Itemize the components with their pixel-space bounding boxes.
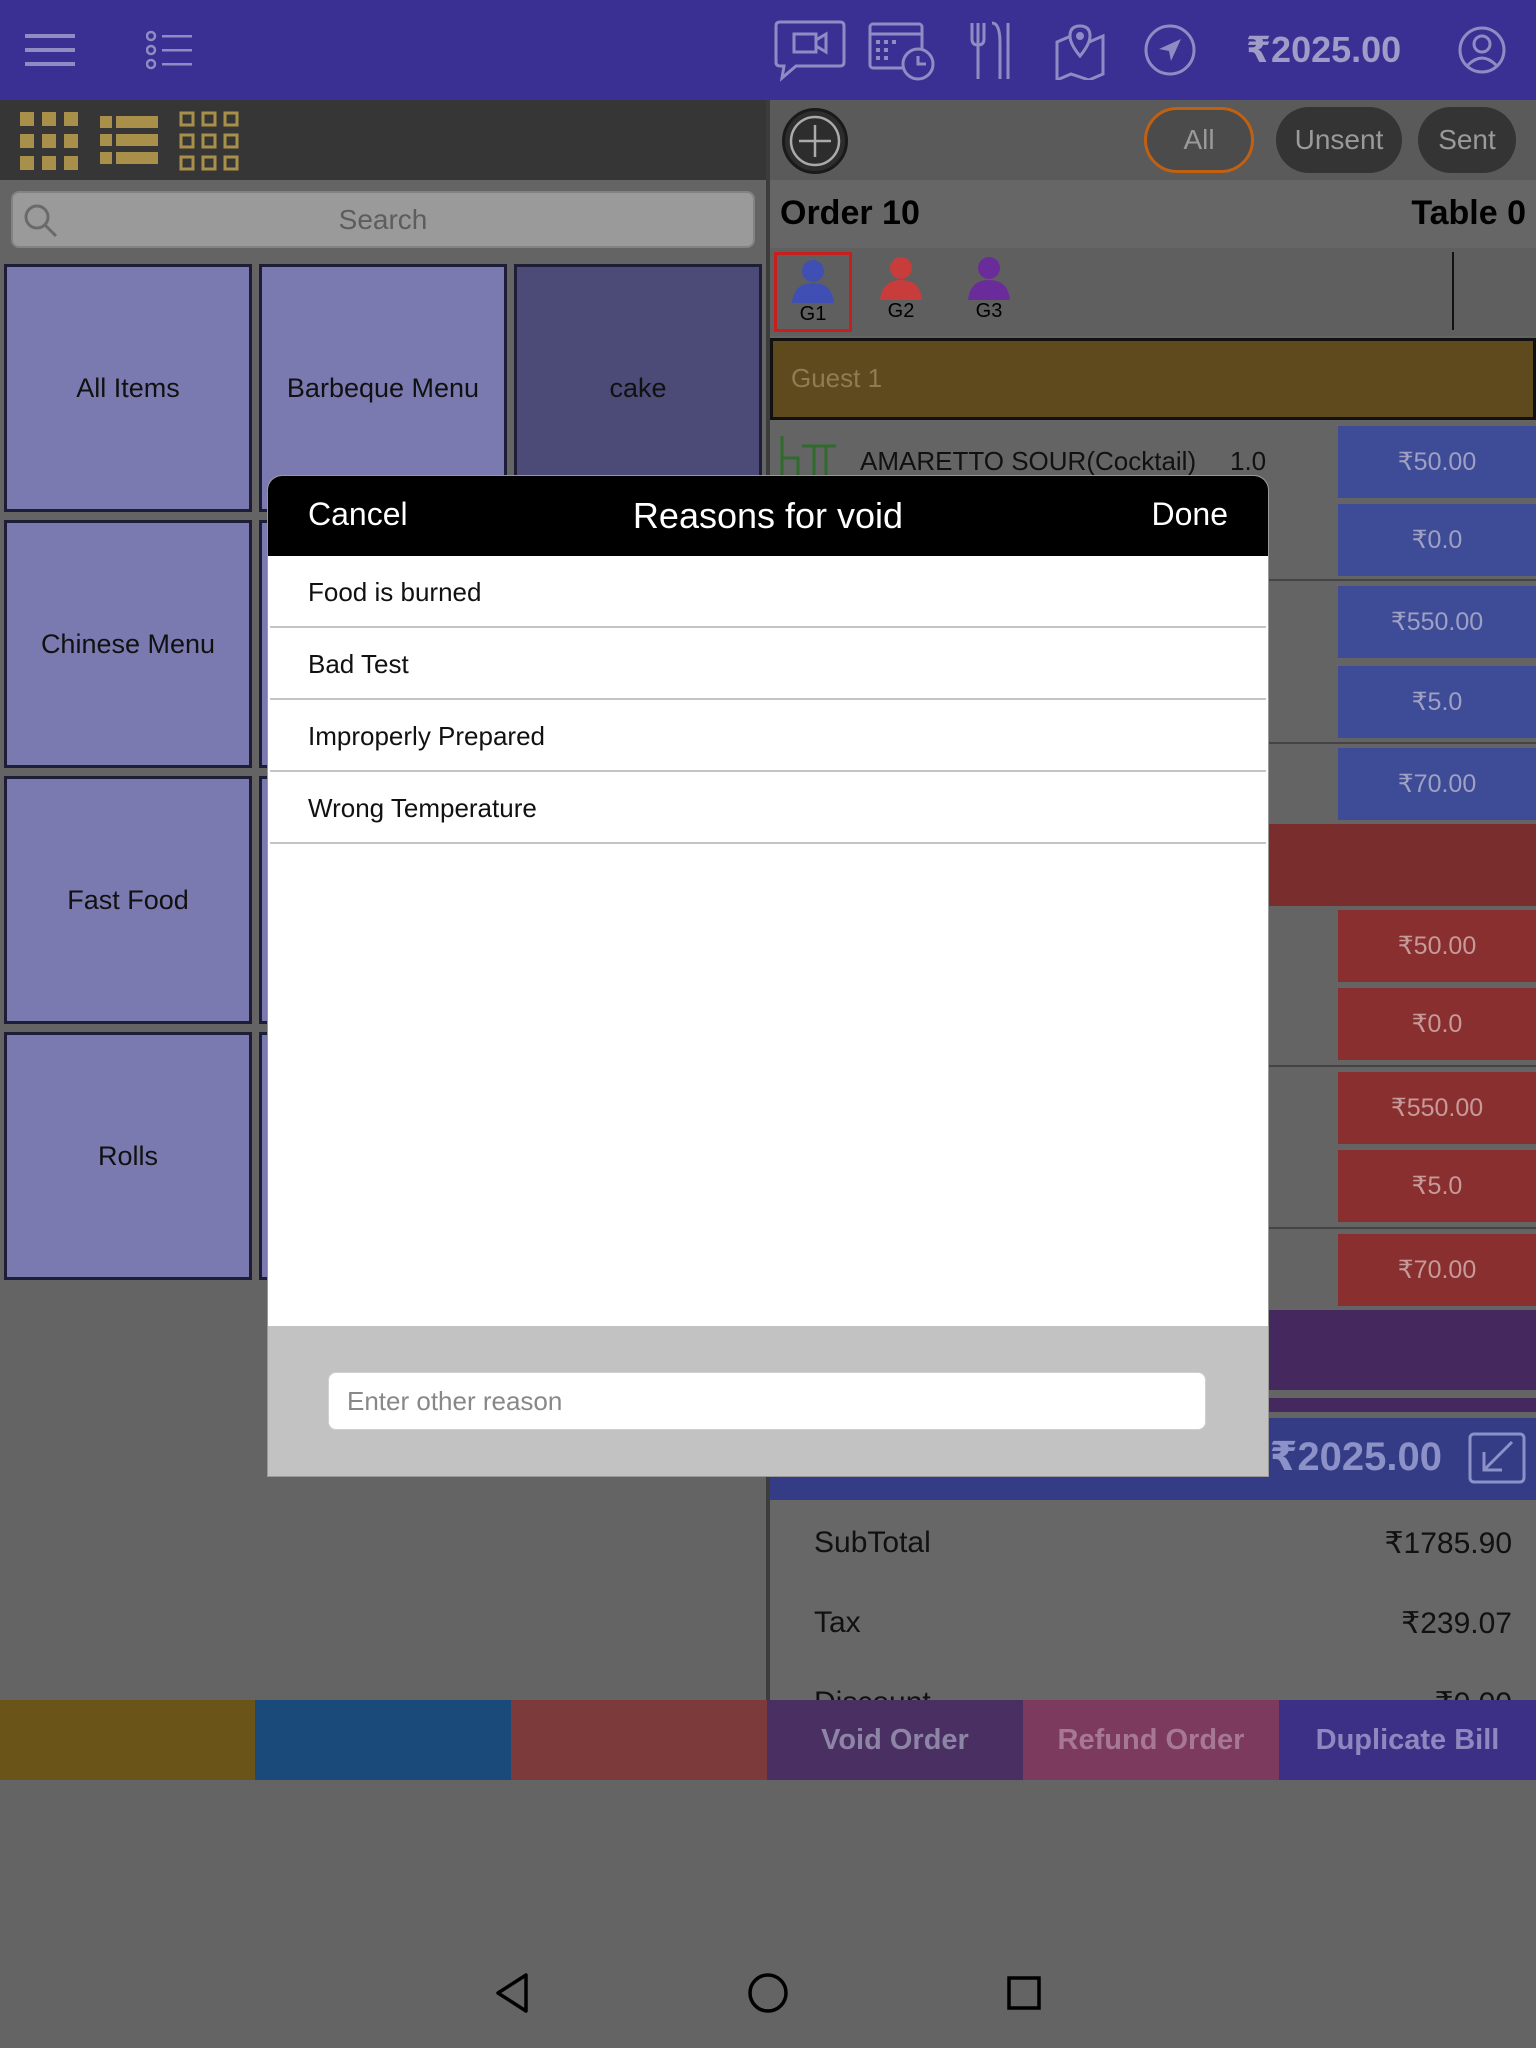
item-qty: 1.0	[1230, 446, 1267, 476]
item-price[interactable]: ₹550.00	[1338, 1072, 1536, 1144]
action-button-blue[interactable]	[255, 1700, 511, 1780]
item-price[interactable]: ₹70.00	[1338, 748, 1536, 820]
item-price[interactable]: ₹0.0	[1338, 504, 1536, 576]
guest-g1[interactable]: G1	[774, 252, 852, 332]
category-tile[interactable]: All Items	[4, 264, 252, 512]
system-nav-bar	[0, 1780, 1536, 2048]
home-icon[interactable]	[738, 1963, 798, 2023]
map-pin-icon[interactable]	[1052, 16, 1108, 84]
guest-avatar-icon	[880, 257, 922, 300]
subtotal-value: ₹1785.90	[1384, 1527, 1512, 1560]
category-tile[interactable]: Rolls	[4, 1032, 252, 1280]
refund-order-button[interactable]: Refund Order	[1023, 1700, 1279, 1780]
order-summary: SubTotal ₹1785.90 Tax ₹239.07 Discount ₹…	[770, 1500, 1536, 1700]
reason-option[interactable]: Food is burned	[270, 556, 1266, 628]
item-price[interactable]: ₹70.00	[1338, 1234, 1536, 1306]
search-row: Search	[0, 180, 766, 260]
reason-option[interactable]: Wrong Temperature	[270, 772, 1266, 844]
subtotal-label: SubTotal	[814, 1526, 931, 1559]
duplicate-bill-button[interactable]: Duplicate Bill	[1279, 1700, 1536, 1780]
list-view-icon[interactable]	[98, 114, 160, 171]
category-tile[interactable]: Fast Food	[4, 776, 252, 1024]
guest-section-header[interactable]: Guest 1	[770, 338, 1536, 420]
void-order-button[interactable]: Void Order	[767, 1700, 1023, 1780]
other-reason-input[interactable]	[328, 1372, 1206, 1430]
guest-avatar-icon	[792, 260, 834, 303]
action-button-gold[interactable]	[0, 1700, 255, 1780]
subtotal-row: SubTotal ₹1785.90	[814, 1526, 1512, 1560]
item-price[interactable]: ₹5.0	[1338, 666, 1536, 738]
order-total: ₹2025.00	[1269, 1435, 1442, 1479]
calendar-clock-icon[interactable]	[866, 16, 938, 84]
discount-label: Discount	[814, 1686, 931, 1700]
item-price[interactable]: ₹0.0	[1338, 988, 1536, 1060]
recents-icon[interactable]	[994, 1963, 1054, 2023]
order-filter-bar: All Unsent Sent	[770, 100, 1536, 180]
reason-label: Improperly Prepared	[308, 721, 545, 751]
action-bar: Void Order Refund Order Duplicate Bill	[0, 1700, 1536, 1780]
order-header: Order 10 Table 0	[770, 180, 1536, 248]
item-name[interactable]: AMARETTO SOUR(Cocktail)	[860, 446, 1196, 477]
user-profile-icon[interactable]	[1454, 16, 1510, 84]
reason-option[interactable]: Improperly Prepared	[270, 700, 1266, 772]
navigation-icon[interactable]	[1142, 16, 1198, 84]
action-button-red[interactable]	[511, 1700, 767, 1780]
item-price[interactable]: ₹5.0	[1338, 1150, 1536, 1222]
guest-label: G2	[887, 300, 915, 322]
guest-g3[interactable]: G3	[950, 252, 1028, 332]
guest-selector: G1 G2 G3	[770, 248, 1536, 336]
collapse-arrow-icon[interactable]	[1466, 1430, 1528, 1491]
view-mode-bar	[0, 100, 766, 180]
add-guest-button[interactable]	[782, 108, 848, 174]
category-tile[interactable]: cake	[514, 264, 762, 512]
reason-label: Food is burned	[308, 577, 482, 607]
item-price[interactable]: ₹550.00	[1338, 586, 1536, 658]
guest-section-label: Guest 1	[791, 363, 883, 393]
dialog-title: Reasons for void	[632, 495, 904, 536]
guest-avatar-icon	[968, 257, 1010, 300]
menu-icon[interactable]	[20, 16, 80, 84]
back-icon[interactable]	[482, 1963, 542, 2023]
dialog-footer	[268, 1326, 1268, 1476]
grid-view-icon[interactable]	[18, 110, 80, 177]
tax-label: Tax	[814, 1606, 861, 1639]
discount-row: Discount ₹0.00	[814, 1686, 1512, 1700]
category-tile[interactable]: Barbeque Menu	[259, 264, 507, 512]
filter-unsent[interactable]: Unsent	[1276, 107, 1402, 173]
search-input[interactable]: Search	[11, 191, 755, 248]
item-price[interactable]: ₹50.00	[1338, 426, 1536, 498]
reason-label: Bad Test	[308, 649, 409, 679]
reason-option[interactable]: Bad Test	[270, 628, 1266, 700]
done-button[interactable]: Done	[1152, 496, 1229, 533]
cutlery-icon[interactable]	[964, 16, 1018, 84]
list-icon[interactable]	[145, 16, 195, 84]
table-number: Table 0	[1411, 194, 1526, 232]
guest-label: G3	[975, 300, 1003, 322]
dialog-header: Cancel Reasons for void Done	[268, 476, 1268, 556]
chat-video-icon[interactable]	[774, 16, 846, 84]
order-total-amount: ₹2025.00	[1246, 29, 1402, 70]
reason-label: Wrong Temperature	[308, 793, 537, 823]
item-price[interactable]: ₹50.00	[1338, 910, 1536, 982]
top-bar: ₹2025.00	[0, 0, 1536, 100]
tax-row: Tax ₹239.07	[814, 1606, 1512, 1640]
order-number: Order 10	[780, 194, 920, 232]
guest-g2[interactable]: G2	[862, 252, 940, 332]
search-placeholder: Search	[338, 204, 428, 235]
filter-all[interactable]: All	[1144, 107, 1254, 173]
void-reasons-dialog: Cancel Reasons for void Done Food is bur…	[268, 476, 1268, 1476]
plus-icon	[789, 115, 841, 167]
guest-separator	[1452, 252, 1454, 330]
compact-grid-view-icon[interactable]	[178, 110, 240, 177]
guest-label: G1	[799, 303, 827, 325]
tax-value: ₹239.07	[1401, 1607, 1512, 1640]
category-tile[interactable]: Chinese Menu	[4, 520, 252, 768]
filter-sent[interactable]: Sent	[1418, 107, 1516, 173]
discount-value: ₹0.00	[1435, 1686, 1512, 1700]
